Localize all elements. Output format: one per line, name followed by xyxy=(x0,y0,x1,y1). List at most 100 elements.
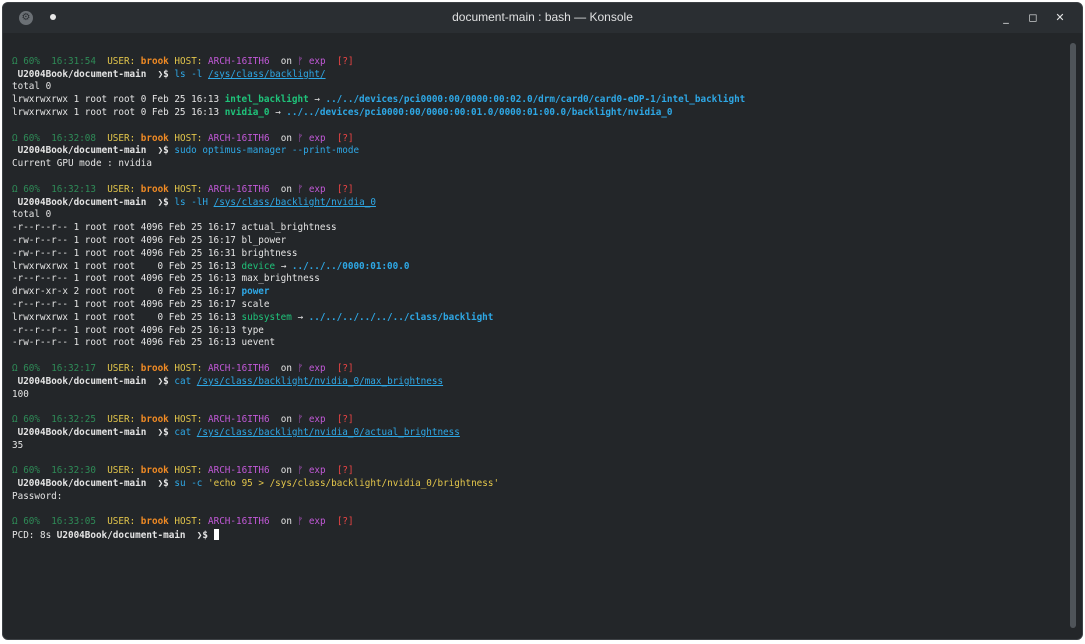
prompt-symbol: ❯$ xyxy=(157,68,169,80)
max-brightness-output: 100 xyxy=(12,388,29,400)
gpu-mode-output: Current GPU mode : nvidia xyxy=(12,158,1062,171)
git-branch: exp xyxy=(308,516,326,528)
on-text: on xyxy=(280,414,292,426)
minimize-button[interactable]: _ xyxy=(999,11,1013,25)
scrollbar[interactable] xyxy=(1070,43,1076,628)
host-label: HOST: xyxy=(174,516,203,528)
host-label: HOST: xyxy=(174,414,203,426)
ls-entry-name: type xyxy=(241,324,264,336)
prompt-command: U2004Book/document-main ❯$ cat /sys/clas… xyxy=(12,427,1062,440)
command-name: sudo xyxy=(174,145,197,157)
cwd: U2004Book/document-main xyxy=(17,196,147,208)
user-name: brook xyxy=(140,183,169,195)
host-name: ARCH-16ITH6 xyxy=(208,516,270,528)
on-text: on xyxy=(280,183,292,195)
host-label: HOST: xyxy=(174,132,203,144)
prompt-time: 16:32:13 xyxy=(51,183,96,195)
ls-perm: -r--r--r-- 1 root root 4096 Feb 25 16:17 xyxy=(12,298,242,310)
host-label: HOST: xyxy=(174,183,203,195)
host-name: ARCH-16ITH6 xyxy=(208,55,270,67)
user-name: brook xyxy=(140,465,169,477)
command-path: /sys/class/backlight/nvidia_0/max_bright… xyxy=(196,375,444,387)
battery-indicator: Ω 60% xyxy=(12,414,40,426)
close-button[interactable]: ✕ xyxy=(1053,11,1067,25)
scrollbar-thumb[interactable] xyxy=(1070,43,1076,628)
prompt-command: U2004Book/document-main ❯$ ls -lH /sys/c… xyxy=(12,197,1062,210)
ls-total: total 0 xyxy=(12,209,52,221)
command-args: -l xyxy=(191,68,203,80)
ls-arrow: → xyxy=(291,311,309,323)
ls-row: lrwxrwxrwx 1 root root 0 Feb 25 16:13 in… xyxy=(12,94,1062,107)
host-label: HOST: xyxy=(174,55,203,67)
ls-arrow: → xyxy=(269,106,287,118)
on-text: on xyxy=(280,516,292,528)
host-label: HOST: xyxy=(174,465,203,477)
ls-row: -r--r--r-- 1 root root 4096 Feb 25 16:13… xyxy=(12,325,1062,338)
prompt-header: Ω 60% 16:32:08 USER: brook HOST: ARCH-16… xyxy=(12,133,1062,146)
user-name: brook xyxy=(140,516,169,528)
prompt-time: 16:32:30 xyxy=(51,465,96,477)
user-label: USER: xyxy=(107,55,136,67)
ls-row: lrwxrwxrwx 1 root root 0 Feb 25 16:13 su… xyxy=(12,312,1062,325)
prompt-time: 16:31:54 xyxy=(51,55,96,67)
git-branch: exp xyxy=(308,183,326,195)
prompt-header: Ω 60% 16:32:30 USER: brook HOST: ARCH-16… xyxy=(12,465,1062,478)
ls-perm: drwxr-xr-x 2 root root 0 Feb 25 16:17 xyxy=(12,286,242,298)
cwd: U2004Book/document-main xyxy=(17,426,147,438)
ls-total: total 0 xyxy=(12,209,1062,222)
ls-link-target: ../../devices/pci0000:00/0000:00:01.0/00… xyxy=(286,106,673,118)
ls-arrow: → xyxy=(308,94,326,106)
actual-brightness-output: 35 xyxy=(12,439,24,451)
maximize-button[interactable]: ◻ xyxy=(1026,11,1040,25)
prompt-command: U2004Book/document-main ❯$ ls -l /sys/cl… xyxy=(12,69,1062,82)
on-text: on xyxy=(280,465,292,477)
ls-entry-name: max_brightness xyxy=(241,273,320,285)
ls-row: -rw-r--r-- 1 root root 4096 Feb 25 16:31… xyxy=(12,248,1062,261)
cwd: U2004Book/document-main xyxy=(17,375,147,387)
ls-perm: lrwxrwxrwx 1 root root 0 Feb 25 16:13 xyxy=(12,311,242,323)
prompt-symbol: ❯$ xyxy=(157,375,169,387)
host-name: ARCH-16ITH6 xyxy=(208,362,270,374)
ls-total: total 0 xyxy=(12,81,52,93)
terminal-output[interactable]: Ω 60% 16:31:54 USER: brook HOST: ARCH-16… xyxy=(12,43,1062,623)
git-status: [?] xyxy=(336,132,354,144)
text-cursor[interactable] xyxy=(213,529,219,541)
prompt-symbol: ❯$ xyxy=(157,196,169,208)
ls-perm: lrwxrwxrwx 1 root root 0 Feb 25 16:13 xyxy=(12,260,242,272)
git-status: [?] xyxy=(336,516,354,528)
ls-perm: -rw-r--r-- 1 root root 4096 Feb 25 16:13 xyxy=(12,337,242,349)
ls-total: total 0 xyxy=(12,81,1062,94)
ls-entry-name: scale xyxy=(241,298,270,310)
cwd: U2004Book/document-main xyxy=(17,68,147,80)
ls-link-target: ../../../0000:01:00.0 xyxy=(291,260,410,272)
git-status: [?] xyxy=(336,55,354,67)
command-args: optimus-manager --print-mode xyxy=(202,145,360,157)
ls-link-target: ../../../../../../class/backlight xyxy=(308,311,494,323)
user-name: brook xyxy=(140,362,169,374)
command-name: cat xyxy=(174,426,192,438)
prompt-command: U2004Book/document-main ❯$ su -c 'echo 9… xyxy=(12,478,1062,491)
prompt-time: 16:32:08 xyxy=(51,132,96,144)
ls-row: drwxr-xr-x 2 root root 0 Feb 25 16:17 po… xyxy=(12,286,1062,299)
command-args: -c xyxy=(191,478,203,490)
battery-indicator: Ω 60% xyxy=(12,183,40,195)
ls-perm: lrwxrwxrwx 1 root root 0 Feb 25 16:13 xyxy=(12,94,225,106)
